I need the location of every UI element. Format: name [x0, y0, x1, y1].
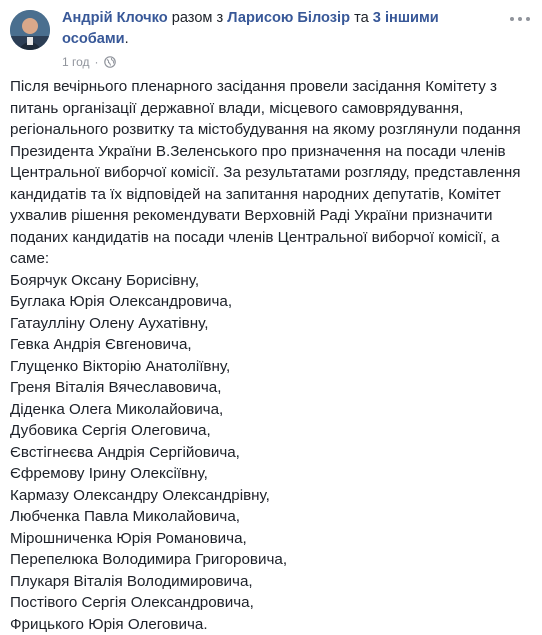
candidate-name: Любченка Павла Миколайовича,: [10, 506, 535, 528]
candidate-name: Фрицького Юрія Олеговича.: [10, 614, 535, 635]
period-text: .: [125, 31, 129, 47]
and-text: та: [354, 10, 369, 26]
dot-icon: [518, 17, 522, 21]
candidate-name: Постівого Сергія Олександровича,: [10, 592, 535, 614]
candidate-name: Єфремову Ірину Олексіївну,: [10, 463, 535, 485]
candidate-name: Перепелюка Володимира Григоровича,: [10, 549, 535, 571]
candidate-name: Буглака Юрія Олександровича,: [10, 291, 535, 313]
avatar-image: [10, 10, 50, 50]
candidate-name: Плукаря Віталія Володимировича,: [10, 571, 535, 593]
tagged-person-link[interactable]: Ларисою Білозір: [227, 10, 350, 26]
facebook-post: Андрій Клочко разом з Ларисою Білозір та…: [0, 0, 542, 629]
candidates-list: Боярчук Оксану Борисівну, Буглака Юрія О…: [10, 270, 535, 635]
post-header: Андрій Клочко разом з Ларисою Білозір та…: [10, 4, 532, 70]
candidate-name: Євстігнеєва Андрія Сергійовича,: [10, 442, 535, 464]
author-line: Андрій Клочко разом з Ларисою Білозір та…: [62, 8, 482, 50]
candidate-name: Кармазу Олександру Олександрівну,: [10, 485, 535, 507]
candidate-name: Діденка Олега Миколайовича,: [10, 399, 535, 421]
author-avatar[interactable]: [10, 10, 50, 50]
globe-icon[interactable]: [104, 56, 116, 68]
candidate-name: Глущенко Вікторію Анатоліївну,: [10, 356, 535, 378]
with-text: разом з: [172, 10, 224, 26]
candidate-name: Гатаулліну Олену Аухатівну,: [10, 313, 535, 335]
more-options-icon[interactable]: [510, 12, 530, 26]
time-line: 1 год ·: [62, 54, 482, 70]
candidate-name: Гевка Андрія Євгеновича,: [10, 334, 535, 356]
author-name-link[interactable]: Андрій Клочко: [62, 10, 168, 26]
dot-icon: [510, 17, 514, 21]
candidate-name: Боярчук Оксану Борисівну,: [10, 270, 535, 292]
separator-dot: ·: [95, 54, 99, 70]
candidate-name: Мірошниченка Юрія Романовича,: [10, 528, 535, 550]
post-intro-paragraph: Після вечірнього пленарного засідання пр…: [10, 76, 535, 270]
dot-icon: [526, 17, 530, 21]
post-body: Після вечірнього пленарного засідання пр…: [10, 76, 535, 635]
post-time[interactable]: 1 год: [62, 54, 90, 70]
candidate-name: Дубовика Сергія Олеговича,: [10, 420, 535, 442]
candidate-name: Греня Віталія Вячеславовича,: [10, 377, 535, 399]
post-meta: Андрій Клочко разом з Ларисою Білозір та…: [62, 8, 482, 70]
